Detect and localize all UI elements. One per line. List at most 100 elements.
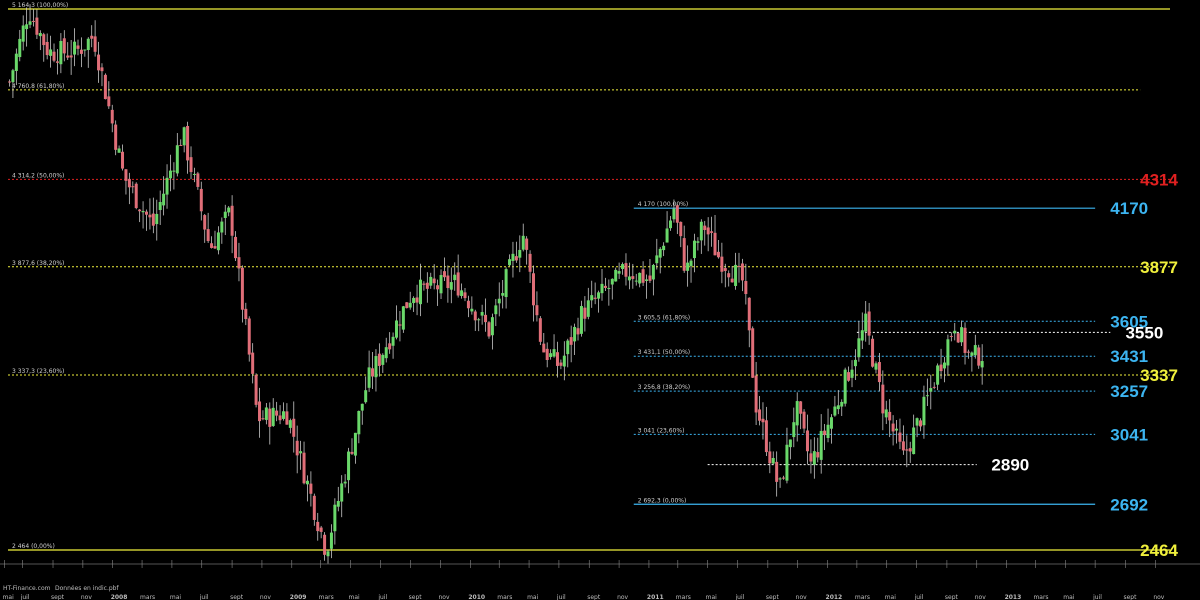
candle-body xyxy=(552,349,556,357)
candle-body xyxy=(730,278,734,283)
candle-body xyxy=(401,306,405,330)
candle-body xyxy=(617,271,621,274)
candle-body xyxy=(323,534,327,555)
x-tick-label: mars xyxy=(1033,594,1048,600)
candle-body xyxy=(895,428,899,431)
candle-body xyxy=(237,257,241,269)
candle-body xyxy=(446,275,450,289)
candle-body xyxy=(716,251,720,258)
candle xyxy=(103,73,107,100)
x-tick-label: mai xyxy=(3,594,15,600)
candle-body xyxy=(871,338,875,367)
x-tick-label: mars xyxy=(676,594,691,600)
candle-body xyxy=(788,439,792,448)
candle-body xyxy=(963,327,967,353)
annotation-3550: 3550 xyxy=(1125,323,1163,342)
level-label-fib_236: 3 337,3 (23,60%) xyxy=(12,368,64,375)
candle-body xyxy=(240,267,244,310)
candle-body xyxy=(555,352,559,366)
candle-body xyxy=(460,290,464,296)
x-tick-label: nov xyxy=(439,594,450,600)
candle-body xyxy=(418,279,422,305)
candle-body xyxy=(888,411,892,421)
candle-body xyxy=(549,353,553,358)
candle-body xyxy=(110,109,114,124)
candle-body xyxy=(775,461,779,482)
candle-body xyxy=(384,347,388,359)
candle-body xyxy=(196,173,200,187)
candle-body xyxy=(134,183,138,209)
candle-body xyxy=(973,345,977,356)
candle-body xyxy=(121,151,125,169)
candle-body xyxy=(638,272,642,284)
candle-body xyxy=(271,407,275,426)
candle-body xyxy=(49,49,53,56)
candle-body xyxy=(388,343,392,350)
candle-body xyxy=(744,281,748,295)
candle-body xyxy=(696,241,700,243)
candle-body xyxy=(186,125,190,161)
candle-body xyxy=(319,527,323,532)
candle-body xyxy=(175,145,179,174)
candle-body xyxy=(607,287,611,289)
candle-body xyxy=(487,322,491,337)
candle-body xyxy=(874,363,878,370)
candle-body xyxy=(860,330,864,341)
candle-body xyxy=(545,348,549,361)
candle-body xyxy=(264,407,268,420)
candle-body xyxy=(525,238,529,250)
candle-body xyxy=(651,264,655,280)
x-tick-label: juil xyxy=(377,594,387,600)
candle-body xyxy=(364,390,368,403)
candle-body xyxy=(216,232,220,251)
x-tick-label: nov xyxy=(81,594,92,600)
candle-body xyxy=(466,300,470,309)
candle-body xyxy=(353,432,357,456)
candle xyxy=(254,373,258,408)
candle-body xyxy=(939,364,943,372)
candle-body xyxy=(288,420,292,428)
footer-note: Données en indic.pbf xyxy=(55,585,119,592)
candle-body xyxy=(415,297,419,303)
candle-body xyxy=(347,451,351,481)
candle-body xyxy=(915,418,919,426)
candle-body xyxy=(453,274,457,281)
candle-body xyxy=(275,410,279,416)
candle-body xyxy=(614,269,618,282)
x-tick-label: nov xyxy=(1153,594,1164,600)
candle-body xyxy=(203,215,207,230)
candle-body xyxy=(477,319,481,321)
x-tick-label: 2010 xyxy=(468,594,485,600)
candle-body xyxy=(566,340,570,355)
candle-body xyxy=(867,311,871,336)
candle-body xyxy=(610,278,614,285)
candle-body xyxy=(172,170,176,172)
candle-body xyxy=(877,362,881,383)
candle-body xyxy=(62,38,66,54)
candle-body xyxy=(655,255,659,264)
candle-body xyxy=(141,210,145,213)
candle-body xyxy=(59,40,63,65)
candle-body xyxy=(83,49,87,51)
candle-body xyxy=(42,34,46,46)
candle-body xyxy=(980,361,984,368)
candle xyxy=(956,332,960,344)
candle-body xyxy=(35,17,39,35)
candle-body xyxy=(422,283,426,285)
candle-body xyxy=(710,231,714,233)
candle-body xyxy=(576,328,580,335)
x-tick-label: nov xyxy=(617,594,628,600)
candle-body xyxy=(662,245,666,251)
footer-source: HT-Finance.com xyxy=(3,585,51,592)
candle-body xyxy=(586,300,590,317)
x-tick-label: 2009 xyxy=(290,594,307,600)
candle-body xyxy=(11,70,15,83)
candle-body xyxy=(206,229,210,242)
candle-body xyxy=(850,369,854,378)
candle-body xyxy=(371,368,375,377)
candle-body xyxy=(949,335,953,337)
candle-body xyxy=(340,483,344,502)
candle-body xyxy=(843,369,847,404)
candle-body xyxy=(79,49,83,54)
candle-body xyxy=(162,193,166,206)
